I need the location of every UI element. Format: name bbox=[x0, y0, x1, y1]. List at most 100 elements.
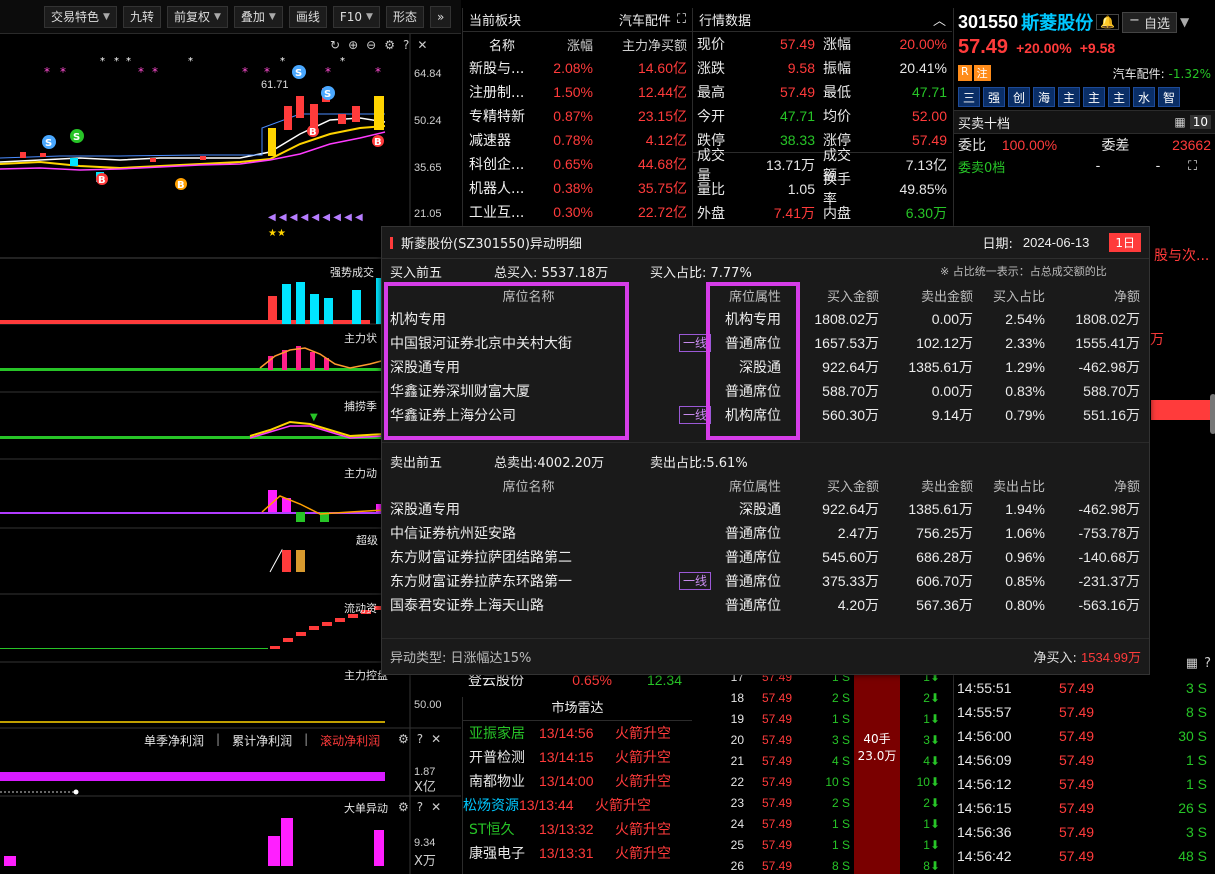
sector-row[interactable]: 机器人... 0.38% 35.75亿 bbox=[463, 176, 692, 200]
tag-registration[interactable]: 注 bbox=[973, 65, 991, 81]
trade-rows: 14:55:51 57.49 3 S 14:55:57 57.49 8 S 14:5… bbox=[953, 676, 1215, 874]
order-book-depth[interactable]: 10 bbox=[1189, 115, 1211, 129]
zoom-out-icon[interactable]: ⊖ bbox=[366, 38, 376, 52]
board-tag[interactable]: 主 bbox=[1108, 87, 1130, 107]
bell-icon[interactable]: 🔔 bbox=[1096, 14, 1120, 30]
seat-ratio: 1.29% bbox=[1005, 359, 1045, 375]
help-icon[interactable]: ? bbox=[417, 800, 423, 814]
first-line-badge[interactable]: 一线 bbox=[678, 572, 711, 590]
gear-icon[interactable]: ⚙ bbox=[398, 732, 409, 746]
quote-key: 今开 bbox=[697, 109, 725, 125]
sell-seat-row[interactable]: 国泰君安证券上海天山路 普通席位 4.20万 567.36万 0.80% -56… bbox=[382, 593, 1149, 617]
seat-net: -563.16万 bbox=[1078, 597, 1140, 613]
quote-key: 最低 bbox=[823, 85, 851, 101]
sector-row[interactable]: 新股与... 2.08% 14.60亿 bbox=[463, 56, 692, 80]
toolbar-nine-turn[interactable]: 九转 bbox=[122, 5, 161, 28]
tick-row: 19 57.49 1 S 1⬇ bbox=[692, 708, 952, 729]
radar-row[interactable]: 开普检测 13/14:15 火箭升空 bbox=[463, 745, 692, 769]
board-tag[interactable]: 智 bbox=[1158, 87, 1180, 107]
board-tag[interactable]: 主 bbox=[1083, 87, 1105, 107]
board-tag[interactable]: 强 bbox=[983, 87, 1005, 107]
expand-icon[interactable]: ⛶ bbox=[677, 12, 686, 27]
chevron-down-icon[interactable]: ▼ bbox=[1180, 15, 1189, 29]
svg-text:*: * bbox=[242, 65, 248, 79]
close-icon[interactable]: ✕ bbox=[431, 732, 441, 746]
toolbar-pattern[interactable]: 形态 bbox=[385, 5, 424, 28]
block-trade-text: 40手 23.0万 bbox=[857, 732, 897, 763]
radar-time: 13/13:32 bbox=[539, 821, 594, 837]
toolbar-f10[interactable]: F10 ▼ bbox=[332, 5, 380, 28]
profit-dot bbox=[73, 789, 79, 795]
radar-event: 火箭升空 bbox=[595, 798, 651, 814]
radar-row[interactable]: 康强电子 13/13:31 火箭升空 bbox=[463, 841, 692, 865]
svg-text:▼: ▼ bbox=[310, 412, 318, 423]
gear-icon[interactable]: ⚙ bbox=[398, 800, 409, 814]
self-select-button[interactable]: − 自选 bbox=[1122, 11, 1177, 33]
sell-seat-row[interactable]: 深股通专用 深股通 922.64万 1385.61万 1.94% -462.98… bbox=[382, 497, 1149, 521]
sector-active[interactable]: 汽车配件 bbox=[619, 10, 671, 29]
board-tag[interactable]: 水 bbox=[1133, 87, 1155, 107]
sell-seat-row[interactable]: 中信证券杭州延安路 普通席位 2.47万 756.25万 1.06% -753.… bbox=[382, 521, 1149, 545]
tab-cumulative-profit[interactable]: 累计净利润 bbox=[232, 732, 292, 749]
sector-row[interactable]: 减速器 0.78% 4.12亿 bbox=[463, 128, 692, 152]
trade-vol: 48 S bbox=[1178, 848, 1207, 864]
signal-dots: * * * * * * bbox=[100, 56, 345, 67]
day-button[interactable]: 1日 bbox=[1109, 233, 1141, 252]
toolbar-trade-feature[interactable]: 交易特色 ▼ bbox=[44, 5, 117, 28]
board-tag[interactable]: 主 bbox=[1058, 87, 1080, 107]
tab-rolling-profit[interactable]: 滚动净利润 bbox=[320, 732, 380, 749]
note: ※ 占比统一表示：占总成交额的比 bbox=[940, 265, 1107, 278]
tick-price: 57.49 bbox=[761, 732, 792, 747]
buy-seat-row[interactable]: 机构专用 机构专用 1808.02万 0.00万 2.54% 1808.02万 bbox=[382, 307, 1149, 331]
pattern-markers: ◀ ◀ ◀ ◀ ◀ ◀ ◀ ◀ ◀ ★★ bbox=[268, 212, 363, 239]
quote-value: 20.41% bbox=[899, 60, 947, 76]
tick-no: 23 bbox=[730, 795, 744, 810]
tick-row: 25 57.49 1 S 1⬇ bbox=[692, 834, 952, 855]
buy-seat-row[interactable]: 华鑫证券上海分公司 一线 机构席位 560.30万 9.14万 0.79% 55… bbox=[382, 403, 1149, 427]
first-line-badge[interactable]: 一线 bbox=[678, 406, 711, 424]
help-icon[interactable]: ? bbox=[403, 38, 409, 52]
seat-net: -753.78万 bbox=[1078, 525, 1140, 541]
radar-row[interactable]: 亚振家居 13/14:56 火箭升空 bbox=[463, 721, 692, 745]
toolbar-draw-line[interactable]: 画线 bbox=[288, 5, 327, 28]
sector-row[interactable]: 科创企... 0.65% 44.68亿 bbox=[463, 152, 692, 176]
seat-buy: 2.47万 bbox=[837, 525, 879, 541]
tag-r[interactable]: R bbox=[958, 65, 972, 81]
board-tag[interactable]: 海 bbox=[1033, 87, 1055, 107]
board-tag[interactable]: 创 bbox=[1008, 87, 1030, 107]
sector-row[interactable]: 注册制... 1.50% 12.44亿 bbox=[463, 80, 692, 104]
sell-seat-row[interactable]: 东方财富证券拉萨东环路第一 一线 普通席位 375.33万 606.70万 0.… bbox=[382, 569, 1149, 593]
gear-icon[interactable]: ⚙ bbox=[384, 38, 395, 52]
buy-seat-row[interactable]: 华鑫证券深圳财富大厦 普通席位 588.70万 0.00万 0.83% 588.… bbox=[382, 379, 1149, 403]
sector-row[interactable]: 专精特新 0.87% 23.15亿 bbox=[463, 104, 692, 128]
toolbar-adjust[interactable]: 前复权 ▼ bbox=[166, 5, 228, 28]
scrollbar-thumb[interactable] bbox=[1210, 394, 1215, 434]
calculator-icon[interactable]: ▦ bbox=[1174, 115, 1185, 129]
board-tag[interactable]: 三 bbox=[958, 87, 980, 107]
help-icon[interactable]: ? bbox=[417, 732, 423, 746]
buy-seat-row[interactable]: 深股通专用 深股通 922.64万 1385.61万 1.29% -462.98… bbox=[382, 355, 1149, 379]
side-link[interactable]: 股与次... bbox=[1154, 245, 1209, 265]
sector-row[interactable]: 工业互... 0.30% 22.72亿 bbox=[463, 200, 692, 224]
seat-sell: 1385.61万 bbox=[908, 359, 973, 375]
expand-icon[interactable]: ⛶ bbox=[1188, 159, 1197, 174]
sector-pct: 0.78% bbox=[553, 132, 593, 148]
close-icon[interactable]: ✕ bbox=[431, 800, 441, 814]
price-annotation: 61.71 bbox=[261, 79, 289, 91]
double-chevron-right-icon[interactable]: » bbox=[429, 5, 452, 28]
radar-row[interactable]: 松炀资源 13/13:44 火箭升空 bbox=[463, 793, 692, 817]
radar-row[interactable]: 南都物业 13/14:00 火箭升空 bbox=[463, 769, 692, 793]
date-value[interactable]: 2024-06-13 bbox=[1023, 235, 1090, 250]
toolbar-overlay[interactable]: 叠加 ▼ bbox=[233, 5, 283, 28]
close-icon[interactable]: ✕ bbox=[417, 38, 427, 52]
quote-row: 量比 1.05 换手率 49.85% bbox=[693, 172, 952, 208]
refresh-icon[interactable]: ↻ bbox=[330, 38, 340, 52]
first-line-badge[interactable]: 一线 bbox=[678, 334, 711, 352]
tab-quarterly-profit[interactable]: 单季净利润 bbox=[144, 732, 204, 749]
zoom-in-icon[interactable]: ⊕ bbox=[348, 38, 358, 52]
collapse-icon[interactable]: ︿ bbox=[933, 10, 946, 29]
radar-row[interactable]: ST恒久 13/13:32 火箭升空 bbox=[463, 817, 692, 841]
buy-seat-row[interactable]: 中国银河证券北京中关村大街 一线 普通席位 1657.53万 102.12万 2… bbox=[382, 331, 1149, 355]
sell-seat-row[interactable]: 东方财富证券拉萨团结路第二 普通席位 545.60万 686.28万 0.96%… bbox=[382, 545, 1149, 569]
seat-net: 1808.02万 bbox=[1075, 311, 1140, 327]
